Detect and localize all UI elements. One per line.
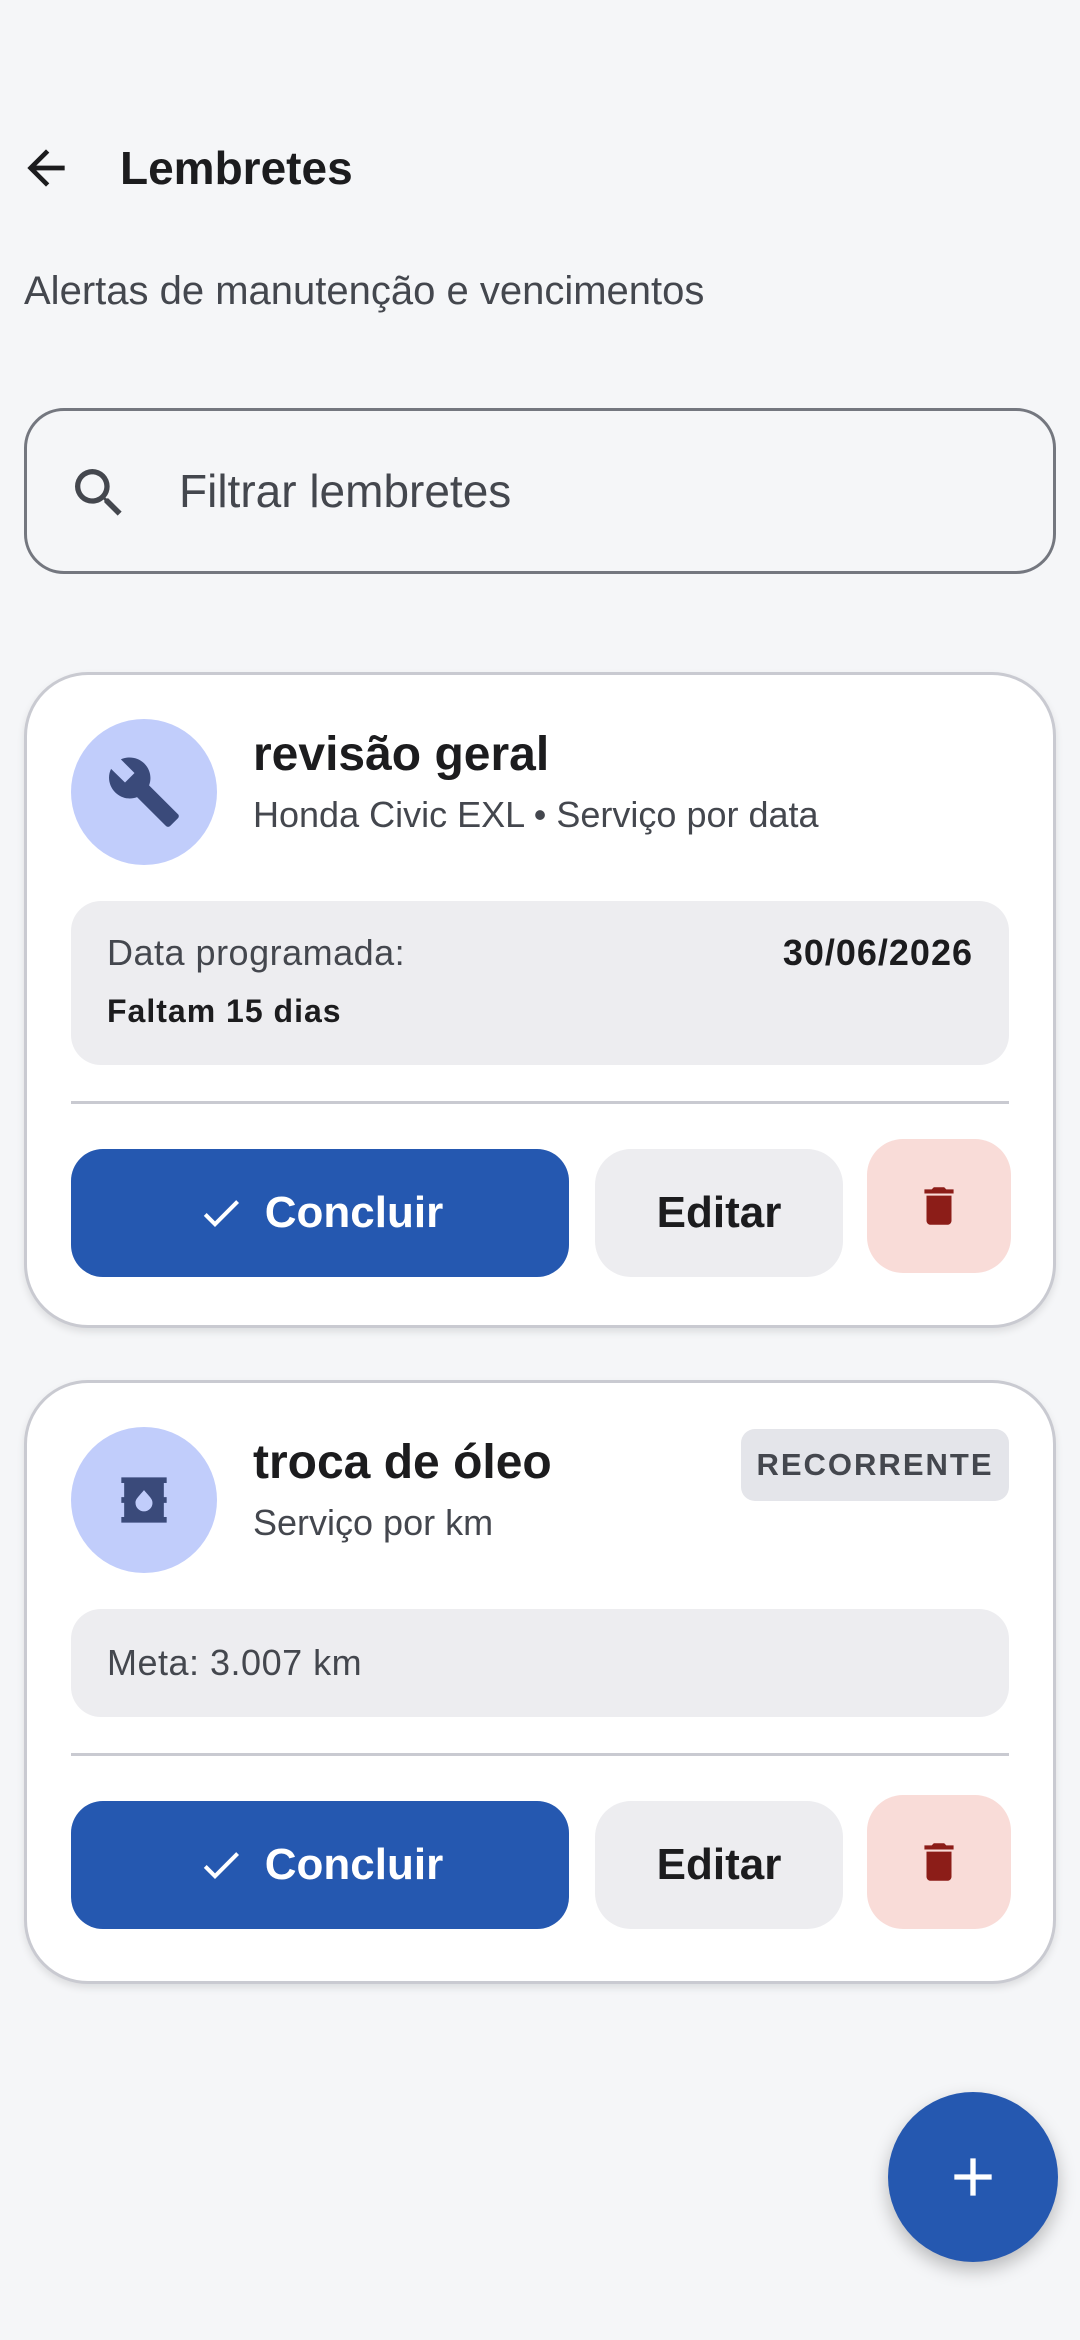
reminders-screen: Lembretes Alertas de manutenção e vencim…: [0, 0, 1080, 2340]
reminder-card[interactable]: revisão geral Honda Civic EXL • Serviço …: [24, 672, 1056, 1328]
plus-icon: [954, 2158, 992, 2196]
complete-button-label: Concluir: [264, 1188, 444, 1237]
app-bar: Lembretes: [0, 118, 1080, 218]
check-icon: [203, 1852, 239, 1879]
back-button[interactable]: [14, 136, 78, 200]
search-input[interactable]: [179, 451, 999, 531]
trash-icon: [924, 1843, 954, 1881]
edit-button[interactable]: Editar: [595, 1801, 843, 1929]
reminder-avatar: [71, 719, 217, 865]
page-subtitle: Alertas de manutenção e vencimentos: [24, 269, 705, 313]
reminder-subtitle: Serviço por km: [253, 1502, 494, 1543]
reminder-title: revisão geral: [253, 728, 550, 781]
complete-button-label: Concluir: [264, 1840, 444, 1889]
trash-icon: [924, 1187, 954, 1225]
card-divider: [71, 1101, 1009, 1104]
check-icon: [203, 1200, 239, 1227]
search-icon: [75, 469, 122, 516]
add-reminder-button[interactable]: [888, 2092, 1058, 2262]
card-divider: [71, 1753, 1009, 1756]
page-title: Lembretes: [120, 142, 353, 194]
days-remaining: Faltam 15 dias: [107, 993, 342, 1029]
reminder-card[interactable]: troca de óleo Serviço por km RECORRENTE …: [24, 1380, 1056, 1984]
reminder-subtitle: Honda Civic EXL • Serviço por data: [253, 794, 819, 835]
arrow-back-icon: [27, 149, 65, 187]
complete-button[interactable]: Concluir: [71, 1149, 569, 1277]
reminder-info-box: Meta: 3.007 km: [71, 1609, 1009, 1717]
reminder-title: troca de óleo: [253, 1436, 552, 1489]
delete-button[interactable]: [867, 1139, 1011, 1273]
complete-button[interactable]: Concluir: [71, 1801, 569, 1929]
recurring-badge: RECORRENTE: [741, 1429, 1009, 1501]
target-km: Meta: 3.007 km: [107, 1642, 363, 1683]
wrench-icon: [109, 757, 179, 827]
oil-drum-icon: [121, 1477, 167, 1523]
reminder-avatar: [71, 1427, 217, 1573]
delete-button[interactable]: [867, 1795, 1011, 1929]
edit-button[interactable]: Editar: [595, 1149, 843, 1277]
scheduled-date-value: 30/06/2026: [782, 932, 973, 973]
reminder-info-box: Data programada: 30/06/2026 Faltam 15 di…: [71, 901, 1009, 1065]
scheduled-date-label: Data programada:: [107, 932, 406, 973]
search-field[interactable]: [24, 408, 1056, 574]
